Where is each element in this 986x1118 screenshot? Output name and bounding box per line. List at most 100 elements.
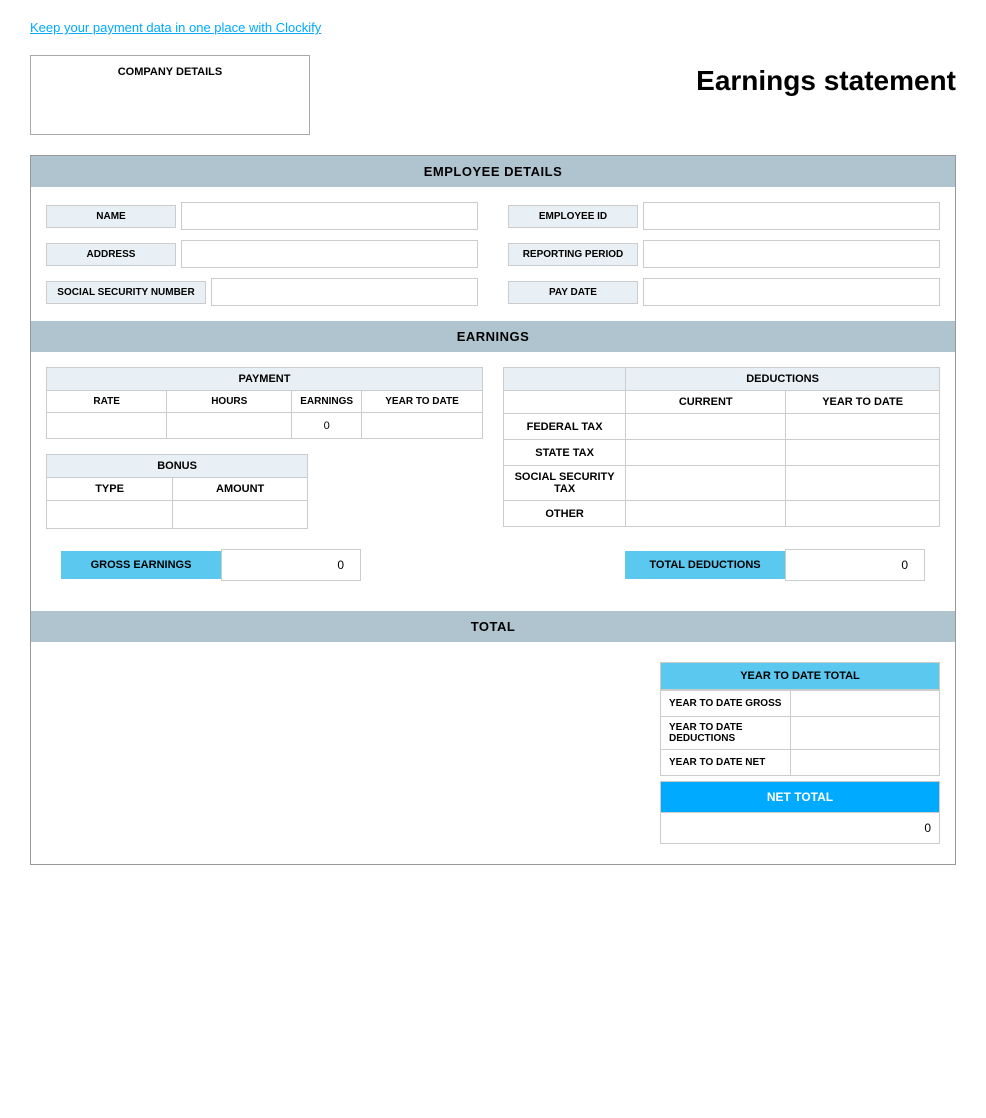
social-security-ytd[interactable] [786, 466, 940, 501]
employee-id-label: EMPLOYEE ID [508, 205, 638, 228]
other-ytd-input[interactable] [794, 506, 931, 521]
rate-input[interactable] [55, 418, 158, 433]
deduction-ytd-header: YEAR TO DATE [786, 391, 940, 414]
page-title: Earnings statement [696, 55, 956, 97]
state-tax-row: STATE TAX [504, 440, 940, 466]
gross-earnings-value: 0 [221, 549, 361, 581]
name-input[interactable] [181, 202, 478, 230]
earnings-body: PAYMENT RATE HOURS EARNINGS YEAR TO DATE [31, 352, 955, 611]
federal-tax-ytd-input[interactable] [794, 419, 931, 434]
net-total-header: NET TOTAL [660, 781, 940, 813]
state-tax-current[interactable] [626, 440, 786, 466]
other-current[interactable] [626, 501, 786, 527]
social-security-current[interactable] [626, 466, 786, 501]
hours-input[interactable] [175, 418, 283, 433]
ytd-deductions-row: YEAR TO DATE DEDUCTIONS [661, 717, 940, 750]
bonus-amount-cell[interactable] [173, 501, 308, 529]
company-box: COMPANY DETAILS [30, 55, 310, 135]
earnings-col-header: EARNINGS [292, 391, 362, 413]
clockify-link[interactable]: Keep your payment data in one place with… [30, 20, 321, 35]
social-security-row: SOCIAL SECURITY TAX [504, 466, 940, 501]
main-wrapper: COMPANY DETAILS Earnings statement EMPLO… [0, 55, 986, 895]
federal-tax-row: FEDERAL TAX [504, 414, 940, 440]
deductions-header [504, 368, 626, 391]
left-column: PAYMENT RATE HOURS EARNINGS YEAR TO DATE [46, 367, 483, 529]
rate-col-header: RATE [47, 391, 167, 413]
hours-col-header: HOURS [167, 391, 292, 413]
federal-tax-ytd[interactable] [786, 414, 940, 440]
federal-tax-current[interactable] [626, 414, 786, 440]
name-label: NAME [46, 205, 176, 228]
total-section-body: YEAR TO DATE TOTAL YEAR TO DATE GROSS YE… [31, 642, 955, 864]
main-form: EMPLOYEE DETAILS NAME EMPLOYEE ID ADDRES… [30, 155, 956, 865]
hours-cell[interactable] [167, 413, 292, 439]
other-current-input[interactable] [634, 506, 777, 521]
employee-details-body: NAME EMPLOYEE ID ADDRESS REPORTING PERIO… [31, 187, 955, 321]
header-row: COMPANY DETAILS Earnings statement [30, 55, 956, 135]
payment-header: PAYMENT [47, 368, 483, 391]
totals-row: GROSS EARNINGS 0 TOTAL DEDUCTIONS 0 [46, 549, 940, 596]
bonus-amount-input[interactable] [181, 507, 299, 522]
ytd-gross-row: YEAR TO DATE GROSS [661, 691, 940, 717]
federal-tax-current-input[interactable] [634, 419, 777, 434]
state-tax-label: STATE TAX [504, 440, 626, 466]
ytd-net-value[interactable] [790, 750, 939, 776]
name-field-row: NAME [46, 202, 478, 230]
ytd-gross-label: YEAR TO DATE GROSS [661, 691, 791, 717]
ytd-net-input[interactable] [799, 755, 931, 770]
ytd-deductions-value[interactable] [790, 717, 939, 750]
bonus-table: BONUS TYPE AMOUNT [46, 454, 308, 529]
rate-cell[interactable] [47, 413, 167, 439]
reporting-period-input[interactable] [643, 240, 940, 268]
federal-tax-label: FEDERAL TAX [504, 414, 626, 440]
ytd-table-wrapper: YEAR TO DATE TOTAL YEAR TO DATE GROSS YE… [660, 662, 940, 844]
ytd-table: YEAR TO DATE GROSS YEAR TO DATE DEDUCTIO… [660, 690, 940, 776]
employee-id-input[interactable] [643, 202, 940, 230]
ssn-input[interactable] [211, 278, 478, 306]
earnings-columns: PAYMENT RATE HOURS EARNINGS YEAR TO DATE [46, 367, 940, 529]
bonus-type-cell[interactable] [47, 501, 173, 529]
state-tax-ytd[interactable] [786, 440, 940, 466]
gross-earnings-total: GROSS EARNINGS 0 [61, 549, 361, 581]
pay-date-input[interactable] [643, 278, 940, 306]
bonus-type-input[interactable] [55, 507, 164, 522]
deductions-main-header: DEDUCTIONS [626, 368, 940, 391]
deduction-label-header [504, 391, 626, 414]
address-field-row: ADDRESS [46, 240, 478, 268]
total-deductions-label: TOTAL DEDUCTIONS [625, 551, 785, 579]
top-link-container: Keep your payment data in one place with… [0, 0, 986, 55]
deductions-table: DEDUCTIONS CURRENT YEAR TO DATE FEDERAL … [503, 367, 940, 527]
state-tax-current-input[interactable] [634, 445, 777, 460]
ytd-gross-input[interactable] [799, 696, 931, 711]
other-row: OTHER [504, 501, 940, 527]
earnings-header: EARNINGS [31, 321, 955, 352]
total-deductions-value: 0 [785, 549, 925, 581]
address-label: ADDRESS [46, 243, 176, 266]
state-tax-ytd-input[interactable] [794, 445, 931, 460]
reporting-period-field-row: REPORTING PERIOD [508, 240, 940, 268]
other-label: OTHER [504, 501, 626, 527]
bonus-type-header: TYPE [47, 478, 173, 501]
bonus-amount-header: AMOUNT [173, 478, 308, 501]
social-security-label: SOCIAL SECURITY TAX [504, 466, 626, 501]
total-deductions-total: TOTAL DEDUCTIONS 0 [625, 549, 925, 581]
ytd-cell[interactable] [362, 413, 483, 439]
bonus-row [47, 501, 308, 529]
ytd-gross-value[interactable] [790, 691, 939, 717]
social-security-current-input[interactable] [634, 476, 777, 491]
net-total-value: 0 [660, 813, 940, 844]
ytd-deductions-label: YEAR TO DATE DEDUCTIONS [661, 717, 791, 750]
social-security-ytd-input[interactable] [794, 476, 931, 491]
payment-table: PAYMENT RATE HOURS EARNINGS YEAR TO DATE [46, 367, 483, 439]
address-input[interactable] [181, 240, 478, 268]
bonus-header: BONUS [47, 455, 308, 478]
other-ytd[interactable] [786, 501, 940, 527]
employee-details-header: EMPLOYEE DETAILS [31, 156, 955, 187]
pay-date-label: PAY DATE [508, 281, 638, 304]
ytd-net-row: YEAR TO DATE NET [661, 750, 940, 776]
right-column: DEDUCTIONS CURRENT YEAR TO DATE FEDERAL … [503, 367, 940, 529]
ytd-deductions-input[interactable] [799, 726, 931, 741]
total-section-header: TOTAL [31, 611, 955, 642]
pay-date-field-row: PAY DATE [508, 278, 940, 306]
ytd-input[interactable] [370, 418, 474, 433]
